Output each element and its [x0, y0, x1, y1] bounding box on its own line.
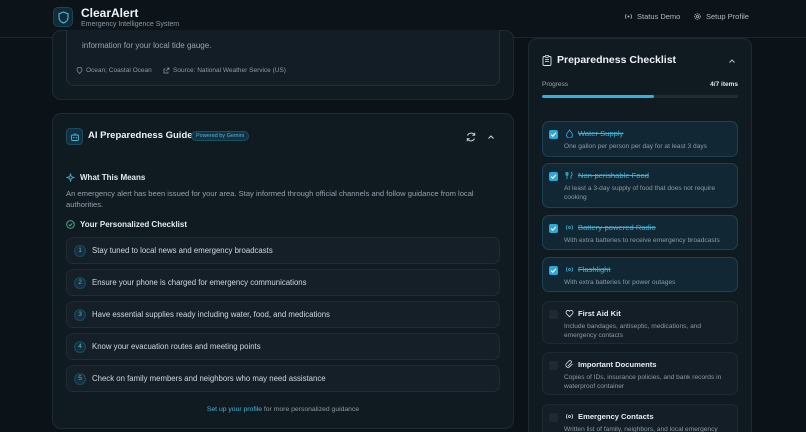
- collapse-guide-button[interactable]: [485, 130, 497, 142]
- checklist-item[interactable]: Important Documents Copies of IDs, insura…: [542, 352, 738, 395]
- chevron-up-icon: [488, 135, 494, 139]
- alert-source-text: Source: National Weather Service (US): [173, 67, 286, 74]
- check-circle-icon: [66, 220, 75, 229]
- checklist-checkbox[interactable]: [549, 310, 558, 319]
- alert-source[interactable]: Source: National Weather Service (US): [163, 67, 286, 74]
- checkmark-icon: [550, 132, 557, 137]
- broadcast-icon: [624, 14, 633, 19]
- step-number: 4: [74, 341, 86, 353]
- refresh-button[interactable]: [465, 130, 477, 142]
- step-text: Ensure your phone is charged for emergen…: [92, 278, 307, 287]
- alert-details: [66, 30, 500, 86]
- step-text: Have essential supplies ready including …: [92, 310, 330, 319]
- profile-footer-note: Set up your profile for more personalize…: [66, 406, 500, 413]
- step-number: 3: [74, 309, 86, 321]
- checklist-item[interactable]: Battery-powered Radio With extra batterie…: [542, 215, 738, 250]
- step-number: 1: [74, 245, 86, 257]
- checklist-item-name: Water Supply: [578, 129, 624, 138]
- checklist-item-desc: One gallon per person per day for at lea…: [564, 143, 707, 150]
- checklist-checkbox[interactable]: [549, 361, 558, 370]
- guide-step: 5 Check on family members and neighbors …: [66, 365, 500, 392]
- setup-profile-button[interactable]: Setup Profile: [693, 12, 749, 21]
- status-demo-label: Status Demo: [637, 12, 681, 21]
- radio-icon: [565, 225, 574, 230]
- checklist-item-desc: Written list of family, neighbors, and l…: [564, 426, 718, 432]
- document-icon: [565, 360, 573, 368]
- app-title: ClearAlert: [81, 6, 139, 20]
- checklist-item[interactable]: Non-perishable Food At least a 3-day supp…: [542, 163, 738, 208]
- setup-profile-label: Setup Profile: [706, 12, 749, 21]
- status-demo-button[interactable]: Status Demo: [624, 12, 680, 21]
- checklist-item-desc: With extra batteries to receive emergenc…: [564, 237, 720, 244]
- checklist-item-name: First Aid Kit: [578, 309, 621, 318]
- broadcast-icon: [565, 414, 574, 419]
- alert-info-text: information for your local tide gauge.: [82, 41, 212, 50]
- footer-note-text: for more personalized guidance: [262, 406, 360, 413]
- checklist-checkbox[interactable]: [549, 413, 558, 422]
- checklist-item-name: Flashlight: [578, 265, 611, 274]
- robot-icon: [66, 128, 83, 145]
- checklist-item-name: Battery-powered Radio: [578, 223, 656, 232]
- personalized-checklist-label: Your Personalized Checklist: [80, 220, 187, 229]
- map-pin-icon: [76, 67, 83, 74]
- step-number: 5: [74, 373, 86, 385]
- checkmark-icon: [550, 174, 557, 179]
- checklist-item-desc: With extra batteries for power outages: [564, 279, 676, 286]
- external-link-icon: [163, 67, 170, 74]
- gemini-badge: Powered by Gemini: [191, 131, 249, 141]
- app-subtitle: Emergency Intelligence System: [81, 21, 180, 28]
- step-text: Check on family members and neighbors wh…: [92, 374, 326, 383]
- guide-step: 1 Stay tuned to local news and emergency…: [66, 237, 500, 264]
- collapse-checklist-button[interactable]: [726, 54, 738, 66]
- personalized-checklist-heading: Your Personalized Checklist: [66, 220, 187, 229]
- alert-location-text: Ocean; Coastal Ocean: [86, 67, 152, 74]
- checklist-item-name: Important Documents: [578, 360, 657, 369]
- step-text: Know your evacuation routes and meeting …: [92, 342, 261, 351]
- refresh-icon: [466, 132, 476, 142]
- checklist-item-desc: Copies of IDs, insurance policies, and b…: [564, 374, 722, 390]
- what-this-means-label: What This Means: [80, 173, 146, 182]
- progress-count: 4/7 items: [710, 81, 738, 88]
- setup-profile-link[interactable]: Set up your profile: [207, 406, 262, 413]
- checkmark-icon: [550, 226, 557, 231]
- checklist-item-desc: Include bandages, antiseptic, medication…: [564, 323, 702, 339]
- checkmark-icon: [550, 268, 557, 273]
- checklist-item[interactable]: Emergency Contacts Written list of family…: [542, 404, 738, 432]
- guide-step: 3 Have essential supplies ready includin…: [66, 301, 500, 328]
- progress-fill: [542, 95, 654, 98]
- checklist-title: Preparedness Checklist: [557, 54, 677, 66]
- checklist-item-name: Emergency Contacts: [578, 412, 654, 421]
- droplet-icon: [566, 129, 573, 138]
- checklist-item-name: Non-perishable Food: [578, 171, 649, 180]
- progress-bar: [542, 95, 738, 98]
- guide-step: 2 Ensure your phone is charged for emerg…: [66, 269, 500, 296]
- progress-label: Progress: [542, 81, 569, 88]
- checklist-item[interactable]: Flashlight With extra batteries for power…: [542, 257, 738, 292]
- shield-logo-icon: [53, 7, 73, 27]
- checklist-checkbox[interactable]: [549, 130, 558, 139]
- flashlight-icon: [565, 267, 574, 272]
- heart-icon: [565, 310, 574, 318]
- guide-step: 4 Know your evacuation routes and meetin…: [66, 333, 500, 360]
- sparkle-icon: [66, 173, 75, 182]
- checklist-checkbox[interactable]: [549, 224, 558, 233]
- what-this-means-heading: What This Means: [66, 173, 145, 182]
- chevron-up-icon: [729, 59, 735, 63]
- checklist-item[interactable]: Water Supply One gallon per person per da…: [542, 121, 738, 157]
- checklist-checkbox[interactable]: [549, 172, 558, 181]
- gear-icon: [694, 13, 701, 20]
- checklist-item[interactable]: First Aid Kit Include bandages, antisepti…: [542, 301, 738, 344]
- step-number: 2: [74, 277, 86, 289]
- checklist-checkbox[interactable]: [549, 266, 558, 275]
- alert-location: Ocean; Coastal Ocean: [76, 67, 152, 74]
- what-this-means-text: An emergency alert has been issued for y…: [66, 189, 474, 209]
- ai-guide-title: AI Preparedness Guide: [88, 130, 193, 141]
- clipboard-icon: [542, 55, 552, 66]
- step-text: Stay tuned to local news and emergency b…: [92, 246, 273, 255]
- checklist-item-desc: At least a 3-day supply of food that doe…: [564, 185, 716, 201]
- food-icon: [565, 171, 573, 179]
